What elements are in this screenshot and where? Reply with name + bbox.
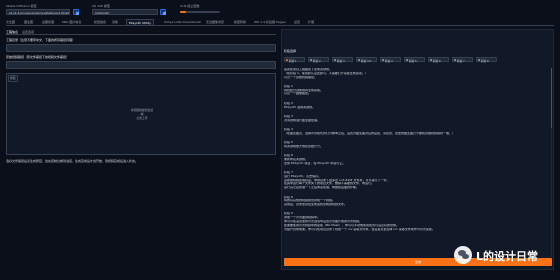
stage-radio[interactable]: 阶段 1	[284, 57, 305, 63]
tab-item[interactable]: 设置	[294, 20, 300, 24]
stage-radio-label: 阶段 1	[289, 59, 297, 63]
radio-dot-icon	[358, 59, 360, 62]
radio-dot-icon	[310, 59, 312, 62]
stage-radio[interactable]: 阶段 3	[332, 57, 353, 63]
radio-dot-icon	[334, 59, 336, 62]
clip-skip-slider-fill	[180, 11, 186, 13]
radio-dot-icon	[382, 59, 384, 62]
stage-label: 阶段选择	[284, 49, 297, 53]
stage-radio[interactable]: 阶段 6	[428, 57, 449, 63]
refresh-model-button[interactable]	[73, 9, 79, 15]
stage-radio-label: 阶段 3.5	[361, 59, 372, 63]
stage-radio-label: 阶段 8	[481, 59, 489, 63]
instruction-line: 为提升合成效果，你可以在项目目录下创建一个 inv 蒙版文件夹，在设置页里选择 …	[284, 227, 435, 231]
tab-item[interactable]: 文生图	[6, 20, 15, 24]
radio-dot-icon	[406, 59, 408, 62]
video-path-label: 原始视频路径（原文件路径下的视频文件路径）	[6, 55, 70, 59]
stage-radio-label: 阶段 7	[457, 59, 465, 63]
tab-item[interactable]: 训练	[112, 20, 118, 24]
vae-select[interactable]: Automatic	[92, 9, 158, 15]
tab-item[interactable]: PNG 图片信息	[62, 20, 81, 24]
scrollbar-thumb[interactable]	[550, 68, 552, 128]
subtab-settings[interactable]: 设置选项	[22, 30, 34, 34]
stage-radio[interactable]: 阶段 7	[452, 57, 473, 63]
tab-item[interactable]: 无边图像浏览	[206, 20, 224, 24]
top-settings-bar: Stable Diffusion 模型 sd-v1-5-pruned-emaon…	[6, 4, 554, 18]
model-label: Stable Diffusion 模型	[6, 4, 37, 8]
stage-radio-label: 阶段 5	[409, 59, 417, 63]
watermark-text: L的设计日常	[476, 250, 539, 263]
stage-radio-label: 阶段 2	[313, 59, 321, 63]
radio-dot-icon	[286, 59, 288, 62]
stage-radio[interactable]: 阶段 2	[308, 57, 329, 63]
wechat-icon	[454, 246, 472, 264]
stage-radio-label: 阶段 6	[433, 59, 441, 63]
stage-instructions: 首先在项目工程路径下生成关键帧。 （在阶段 1，使用默认设置即可，不需要打开蒙版生…	[284, 68, 546, 231]
tab-item[interactable]: 图生图	[24, 20, 33, 24]
tab-item[interactable]: 后期处理	[42, 20, 54, 24]
left-subtabs: 工程信息 设置选项	[6, 29, 276, 35]
stage-radio-label: 阶段 3	[337, 59, 345, 63]
video-path-input[interactable]	[6, 61, 276, 69]
tab-item[interactable]: 模型融合	[94, 20, 106, 24]
project-dir-label: 工程目录（注意不要带中文、下面的所有路径同理）	[6, 38, 76, 42]
subtab-project-info[interactable]: 工程信息	[6, 30, 18, 34]
tab-item[interactable]: 模型转换	[234, 20, 246, 24]
stage-radio-label: 阶段 4	[385, 59, 393, 63]
model-select[interactable]: sd-v1-5-pruned-emaonly.safetensors [6ce0…	[6, 9, 70, 15]
video-upload-area[interactable]: 视频 将视频拖放到此处 -或- 点击上传	[6, 73, 276, 155]
video-tag: 视频	[8, 75, 18, 82]
tab-item[interactable]: 扩展	[308, 20, 314, 24]
radio-dot-icon	[478, 59, 480, 62]
tab-item[interactable]: Ebsynth Utility	[126, 19, 154, 25]
stage-radio[interactable]: 阶段 3.5	[356, 57, 377, 63]
stage-radio[interactable]: 阶段 8	[476, 57, 497, 63]
bottom-hint: 选好文件路径后点生成按钮，会在控制台看到进度，生成完成后才会开始，到视频完成后进…	[6, 159, 139, 163]
stage-radio-group: 阶段 1 阶段 2 阶段 3 阶段 3.5 阶段 4 阶段 5 阶段 6 阶段 7 阶段 8	[284, 57, 552, 63]
radio-dot-icon	[430, 59, 432, 62]
main-tabs: 文生图 图生图 后期处理 PNG 图片信息 模型融合 训练 Ebsynth Utility K…	[6, 19, 554, 26]
stage-radio[interactable]: 阶段 5	[404, 57, 425, 63]
project-dir-input[interactable]	[6, 44, 276, 52]
radio-dot-icon	[454, 59, 456, 62]
upload-click-text: 点击上传	[136, 116, 148, 120]
right-panel: 阶段选择 阶段 1 阶段 2 阶段 3 阶段 3.5 阶段 4 阶段 5 阶段 6 阶段 7阶…	[281, 29, 554, 270]
clip-skip-label: CLIP 终止层数	[180, 4, 200, 8]
tab-item[interactable]: WD 1.4 标签器 Tagger	[254, 20, 286, 24]
vae-label: SD VAE 模型	[92, 4, 110, 8]
left-panel: 工程信息 设置选项 工程目录（注意不要带中文、下面的所有路径同理） 原始视频路径…	[6, 29, 276, 270]
tab-item[interactable]: Kohya LoRA Dreambooth	[164, 20, 201, 24]
clip-skip-slider[interactable]	[180, 11, 220, 13]
instructions-scrollbar[interactable]	[550, 68, 552, 258]
refresh-vae-button[interactable]	[160, 9, 166, 15]
stage-radio[interactable]: 阶段 4	[380, 57, 401, 63]
wechat-watermark: L的设计日常	[454, 245, 558, 265]
